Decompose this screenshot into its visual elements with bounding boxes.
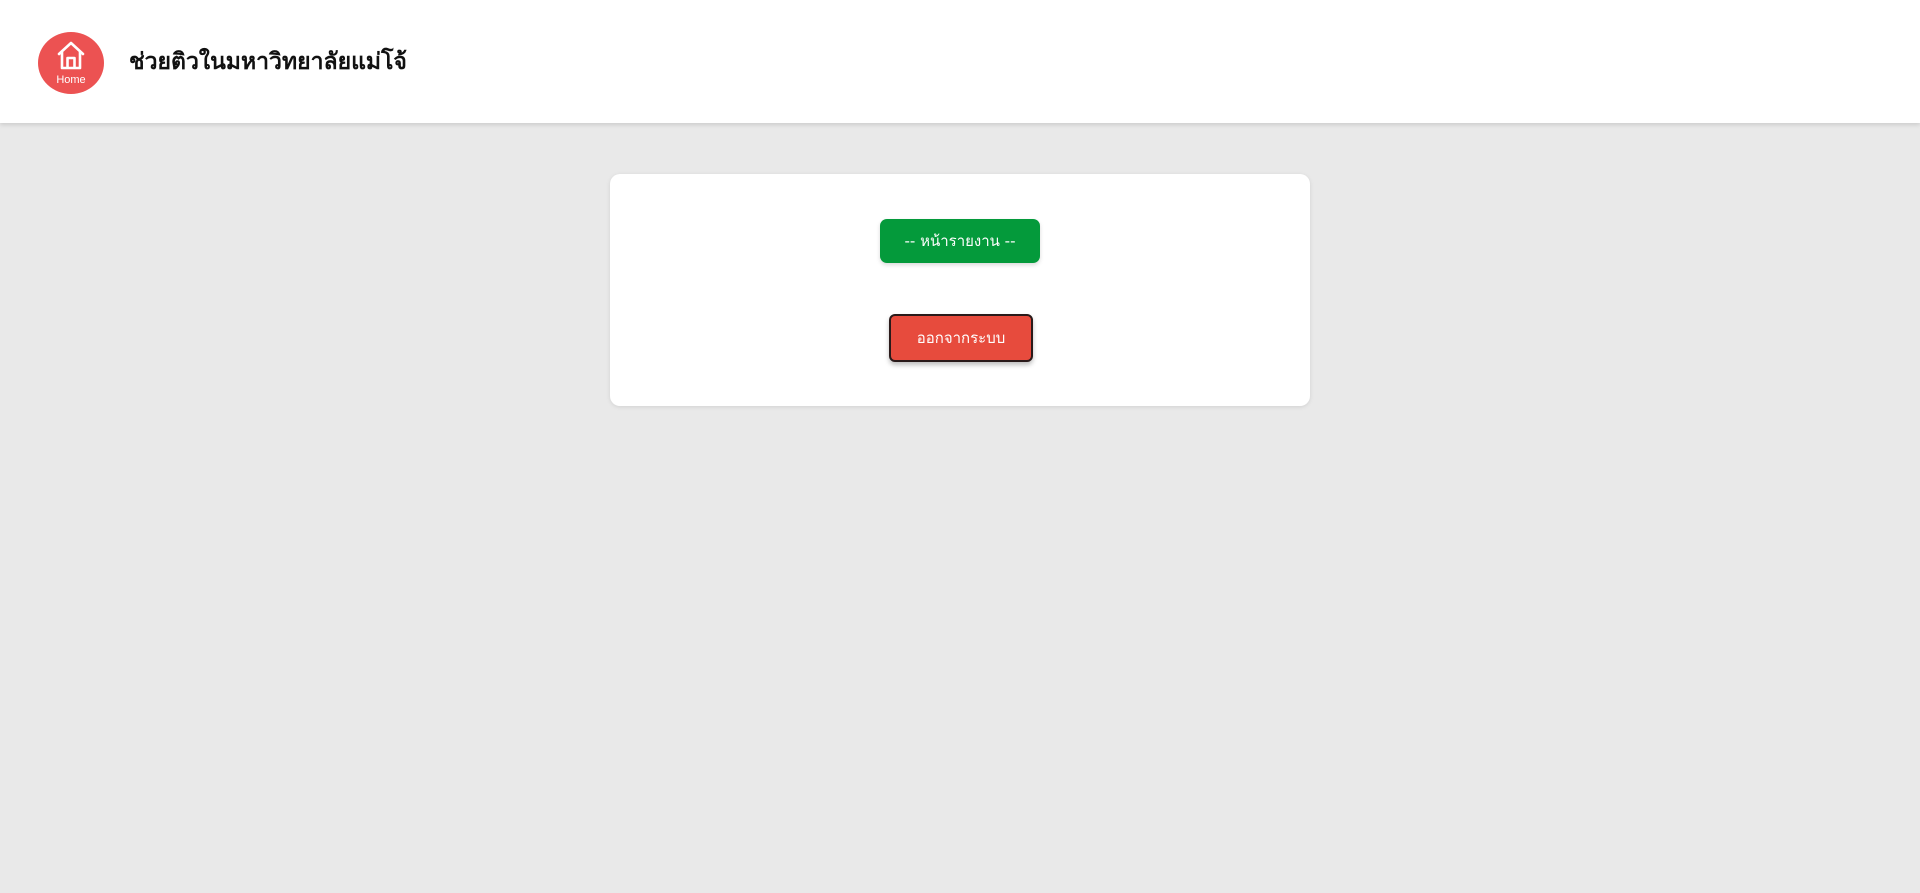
menu-card: -- หน้ารายงาน -- ออกจากระบบ (610, 174, 1310, 406)
home-icon (57, 41, 85, 70)
report-page-button[interactable]: -- หน้ารายงาน -- (880, 219, 1040, 263)
top-header: Home ช่วยติวในมหาวิทยาลัยแม่โจ้ (0, 0, 1920, 123)
home-button[interactable]: Home (38, 32, 104, 94)
logout-button[interactable]: ออกจากระบบ (889, 314, 1033, 362)
site-title: ช่วยติวในมหาวิทยาลัยแม่โจ้ (129, 49, 407, 75)
home-label: Home (56, 74, 86, 86)
